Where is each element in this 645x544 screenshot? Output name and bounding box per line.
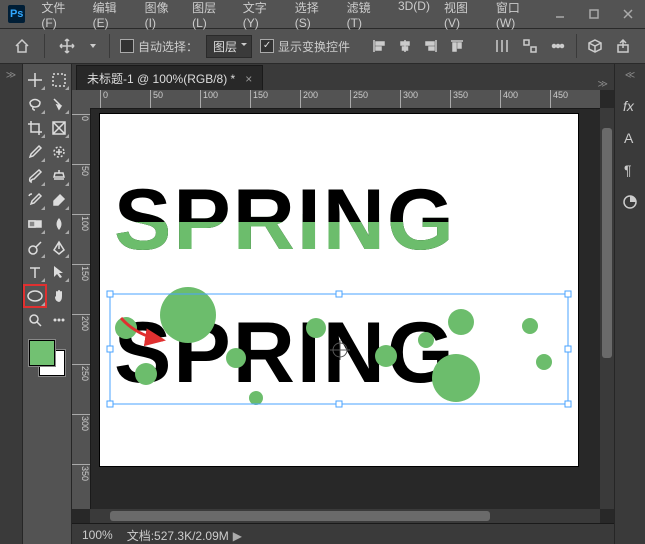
- options-bar: 自动选择： 图层 显示变换控件: [0, 29, 645, 64]
- move-tool[interactable]: [24, 69, 46, 91]
- zoom-level[interactable]: 100%: [82, 528, 113, 542]
- color-swatches[interactable]: [27, 338, 67, 378]
- doc-info[interactable]: 文档:527.3K/2.09M▶: [127, 527, 242, 544]
- foreground-color-swatch[interactable]: [29, 340, 55, 366]
- type-tool[interactable]: [24, 261, 46, 283]
- home-icon[interactable]: [10, 34, 34, 58]
- main-menu-bar: 文件(F)编辑(E)图像(I)图层(L)文字(Y)选择(S)滤镜(T)3D(D)…: [35, 0, 543, 33]
- ruler-origin[interactable]: [72, 90, 91, 109]
- menu-item[interactable]: 视图(V): [438, 0, 488, 33]
- document-tab-title: 未标题-1 @ 100%(RGB/8) *: [87, 70, 235, 87]
- clone-stamp-tool[interactable]: [48, 165, 70, 187]
- lasso-tool[interactable]: [24, 93, 46, 115]
- status-bar: 100% 文档:527.3K/2.09M▶: [72, 523, 614, 544]
- healing-tool[interactable]: [48, 141, 70, 163]
- rect-marquee-tool[interactable]: [48, 69, 70, 91]
- ellipse-shape-tool[interactable]: [24, 285, 46, 307]
- menu-item[interactable]: 滤镜(T): [341, 0, 390, 33]
- menu-item[interactable]: 编辑(E): [87, 0, 137, 33]
- tab-overflow-icon[interactable]: ≫: [592, 79, 614, 90]
- window-minimize-button[interactable]: [543, 0, 577, 28]
- canvas-area: 050100150200250300350400450 050100150200…: [72, 90, 614, 523]
- distribute-icon[interactable]: [490, 34, 514, 58]
- horizontal-scrollbar[interactable]: [90, 509, 600, 523]
- show-transform-checkbox[interactable]: 显示变换控件: [260, 38, 350, 55]
- pen-tool[interactable]: [48, 237, 70, 259]
- document-canvas[interactable]: SPRING SPRING SPRING: [100, 114, 578, 466]
- blur-tool[interactable]: [48, 213, 70, 235]
- align-mode-icon[interactable]: [518, 34, 542, 58]
- align-right-icon[interactable]: [420, 34, 442, 58]
- chevron-right-icon: ≫: [6, 70, 16, 81]
- crop-tool[interactable]: [24, 117, 46, 139]
- menu-item[interactable]: 图层(L): [186, 0, 235, 33]
- more-align-icon[interactable]: [546, 34, 570, 58]
- chevron-left-icon[interactable]: ≪: [625, 70, 635, 81]
- auto-select-checkbox[interactable]: 自动选择：: [120, 38, 198, 55]
- menu-item[interactable]: 3D(D): [392, 0, 436, 33]
- toolbox: [23, 64, 72, 544]
- svg-text:fx: fx: [623, 98, 635, 114]
- document-tab[interactable]: 未标题-1 @ 100%(RGB/8) * ×: [76, 65, 263, 91]
- right-collapsed-panels: ≪ fx A ¶: [614, 64, 645, 544]
- menu-item[interactable]: 图像(I): [139, 0, 185, 33]
- window-close-button[interactable]: [611, 0, 645, 28]
- align-top-icon[interactable]: [446, 34, 468, 58]
- menu-item[interactable]: 窗口(W): [490, 0, 543, 33]
- menu-item[interactable]: 文件(F): [35, 0, 84, 33]
- brush-tool[interactable]: [24, 165, 46, 187]
- history-brush-tool[interactable]: [24, 189, 46, 211]
- close-tab-icon[interactable]: ×: [245, 72, 252, 86]
- app-logo: Ps: [8, 5, 25, 23]
- tool-preset-dropdown[interactable]: [87, 34, 99, 58]
- edit-toolbar-button[interactable]: [48, 309, 70, 331]
- paragraph-panel-icon[interactable]: ¶: [619, 159, 641, 181]
- gradient-tool[interactable]: [24, 213, 46, 235]
- auto-select-target-dropdown[interactable]: 图层: [206, 35, 252, 58]
- align-hcenter-icon[interactable]: [394, 34, 416, 58]
- show-transform-label: 显示变换控件: [278, 38, 350, 55]
- frame-tool[interactable]: [48, 117, 70, 139]
- zoom-tool[interactable]: [24, 309, 46, 331]
- hand-tool[interactable]: [48, 285, 70, 307]
- menu-item[interactable]: 文字(Y): [237, 0, 287, 33]
- eyedropper-tool[interactable]: [24, 141, 46, 163]
- vertical-ruler[interactable]: 050100150200250300350: [72, 108, 91, 509]
- window-maximize-button[interactable]: [577, 0, 611, 28]
- eraser-tool[interactable]: [48, 189, 70, 211]
- align-left-icon[interactable]: [368, 34, 390, 58]
- path-select-tool[interactable]: [48, 261, 70, 283]
- styles-panel-icon[interactable]: fx: [619, 95, 641, 117]
- quick-select-tool[interactable]: [48, 93, 70, 115]
- character-panel-icon[interactable]: A: [619, 127, 641, 149]
- horizontal-ruler[interactable]: 050100150200250300350400450: [90, 90, 600, 109]
- swatches-panel-icon[interactable]: [619, 191, 641, 213]
- svg-text:A: A: [624, 130, 634, 146]
- vertical-scrollbar[interactable]: [600, 108, 614, 509]
- svg-text:¶: ¶: [624, 162, 632, 178]
- dodge-tool[interactable]: [24, 237, 46, 259]
- document-tabs: 未标题-1 @ 100%(RGB/8) * × ≫: [72, 64, 614, 90]
- share-icon[interactable]: [611, 34, 635, 58]
- 3d-mode-icon[interactable]: [583, 34, 607, 58]
- move-tool-icon[interactable]: [55, 34, 79, 58]
- left-collapsed-panel[interactable]: ≫: [0, 64, 23, 544]
- menu-item[interactable]: 选择(S): [289, 0, 339, 33]
- auto-select-label: 自动选择：: [138, 38, 198, 55]
